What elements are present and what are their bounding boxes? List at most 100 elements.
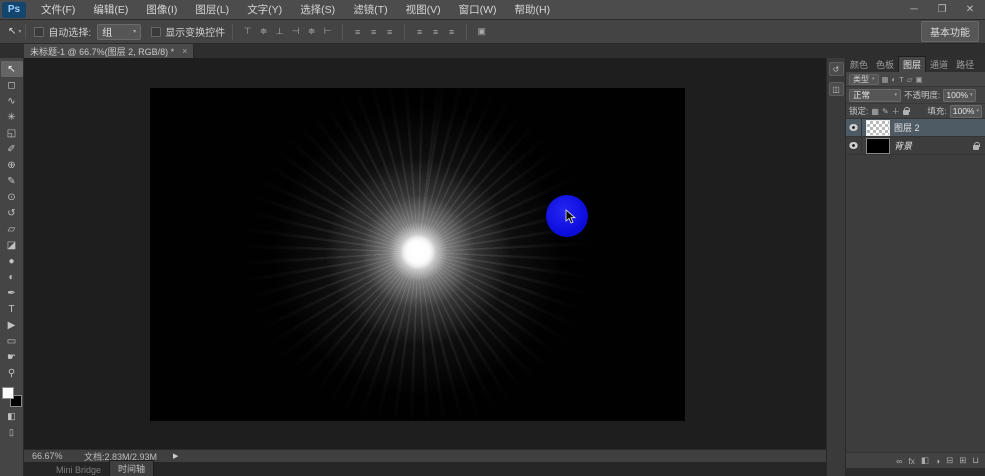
menu-image[interactable]: 图像(I) xyxy=(137,0,186,20)
layer-name[interactable]: 图层 2 xyxy=(894,121,985,134)
history-panel-button[interactable]: ↺ xyxy=(829,62,844,76)
tab-timeline[interactable]: 时间轴 xyxy=(109,460,154,476)
tool-clone-stamp[interactable]: ⊙ xyxy=(1,189,23,205)
fill-field[interactable]: 100% ▾ xyxy=(950,105,982,118)
tool-gradient[interactable]: ◪ xyxy=(1,237,23,253)
tab-mini-bridge[interactable]: Mini Bridge xyxy=(48,464,109,476)
align-hcenter-icon[interactable]: ≑ xyxy=(304,24,319,40)
menu-help[interactable]: 帮助(H) xyxy=(506,0,560,20)
tool-brush[interactable]: ✎ xyxy=(1,173,23,189)
tool-quick-select[interactable]: ✳ xyxy=(1,109,23,125)
tool-preset-picker[interactable]: ↖ ▾ xyxy=(4,24,26,39)
properties-panel-button[interactable]: ◫ xyxy=(829,82,844,96)
chevron-down-icon: ▾ xyxy=(18,28,21,35)
tool-shape[interactable]: ▭ xyxy=(1,333,23,349)
tool-path-select[interactable]: ▶ xyxy=(1,317,23,333)
align-left-icon[interactable]: ⊣ xyxy=(288,24,303,40)
delete-layer-icon[interactable]: ⊔ xyxy=(972,455,979,466)
menu-type[interactable]: 文字(Y) xyxy=(238,0,291,20)
foreground-color-swatch[interactable] xyxy=(2,387,14,399)
align-top-icon[interactable]: ⊤ xyxy=(240,24,255,40)
menu-filter[interactable]: 滤镜(T) xyxy=(344,0,396,20)
filter-smart-object-icon[interactable]: ▣ xyxy=(916,75,923,84)
auto-align-layers-icon[interactable]: ▣ xyxy=(474,24,489,40)
show-transform-checkbox[interactable] xyxy=(151,27,161,37)
menu-window[interactable]: 窗口(W) xyxy=(450,0,506,20)
tool-rect-marquee[interactable]: ◻ xyxy=(1,77,23,93)
lock-image-icon[interactable]: ✎ xyxy=(882,107,889,116)
tool-eraser[interactable]: ▱ xyxy=(1,221,23,237)
tool-hand[interactable]: ☛ xyxy=(1,349,23,365)
align-right-icon[interactable]: ⊢ xyxy=(320,24,335,40)
tool-blur[interactable]: ● xyxy=(1,253,23,269)
lock-position-icon[interactable]: ＋ xyxy=(892,106,900,117)
tool-move[interactable]: ↖ xyxy=(1,61,23,77)
adjustment-layer-icon[interactable]: ◑ xyxy=(935,456,940,466)
tool-zoom[interactable]: ⚲ xyxy=(1,365,23,381)
menu-select[interactable]: 选择(S) xyxy=(291,0,344,20)
tool-dodge[interactable]: ◐ xyxy=(1,269,23,285)
canvas[interactable] xyxy=(150,88,685,421)
move-tool-icon: ↖ xyxy=(8,26,16,37)
menu-edit[interactable]: 编辑(E) xyxy=(84,0,137,20)
menu-layer[interactable]: 图层(L) xyxy=(186,0,238,20)
menu-file[interactable]: 文件(F) xyxy=(32,0,84,20)
workspace-switcher-button[interactable]: 基本功能 xyxy=(921,21,979,42)
layer-row-layer2[interactable]: 图层 2 xyxy=(846,119,985,137)
pasteboard[interactable] xyxy=(24,58,826,449)
distribute-bottom-icon[interactable]: ≡ xyxy=(382,24,397,40)
close-icon[interactable]: × xyxy=(182,46,187,56)
tool-history-brush[interactable]: ↺ xyxy=(1,205,23,221)
add-mask-icon[interactable]: ◧ xyxy=(921,455,929,466)
layer-row-background[interactable]: 背景 xyxy=(846,137,985,155)
restore-button[interactable]: ❐ xyxy=(935,4,949,15)
tool-spot-healing[interactable]: ⊕ xyxy=(1,157,23,173)
layer-name[interactable]: 背景 xyxy=(894,139,973,152)
lock-all-icon[interactable] xyxy=(903,110,909,115)
tab-paths[interactable]: 路径 xyxy=(952,57,978,72)
blue-circle-shape[interactable] xyxy=(546,195,588,237)
lock-transparent-icon[interactable]: ▦ xyxy=(871,107,879,116)
visibility-toggle[interactable] xyxy=(846,137,862,154)
screen-mode-button[interactable]: ▯ xyxy=(1,425,23,439)
tool-lasso[interactable]: ∿ xyxy=(1,93,23,109)
visibility-toggle[interactable] xyxy=(846,119,862,136)
filter-type-icon[interactable]: T xyxy=(899,75,904,84)
blend-mode-dropdown[interactable]: 正常 ▾ xyxy=(849,89,901,102)
filter-shape-icon[interactable]: ▱ xyxy=(907,75,913,84)
menu-view[interactable]: 视图(V) xyxy=(397,0,450,20)
tab-color[interactable]: 颜色 xyxy=(846,57,872,72)
layer-thumbnail[interactable] xyxy=(866,138,890,154)
tab-swatches[interactable]: 色板 xyxy=(872,57,898,72)
layer-style-fx-icon[interactable]: fx xyxy=(908,456,915,466)
close-button[interactable]: ✕ xyxy=(963,4,977,15)
distribute-vcenter-icon[interactable]: ≡ xyxy=(366,24,381,40)
quick-mask-button[interactable]: ◧ xyxy=(1,409,23,423)
tool-eyedropper[interactable]: ✐ xyxy=(1,141,23,157)
distribute-right-icon[interactable]: ≡ xyxy=(444,24,459,40)
opacity-field[interactable]: 100% ▾ xyxy=(943,89,975,102)
status-options-arrow-icon[interactable]: ▶ xyxy=(173,452,178,460)
zoom-level-field[interactable]: 66.67% xyxy=(32,451,68,461)
new-layer-icon[interactable]: ⊞ xyxy=(959,455,966,466)
layer-filter-kind-dropdown[interactable]: 类型 ▾ xyxy=(849,74,879,85)
filter-adjustment-icon[interactable]: ◐ xyxy=(892,75,897,84)
layer-thumbnail[interactable] xyxy=(866,120,890,136)
distribute-top-icon[interactable]: ≡ xyxy=(350,24,365,40)
distribute-hcenter-icon[interactable]: ≡ xyxy=(428,24,443,40)
align-vcenter-icon[interactable]: ≑ xyxy=(256,24,271,40)
tool-pen[interactable]: ✒ xyxy=(1,285,23,301)
distribute-left-icon[interactable]: ≡ xyxy=(412,24,427,40)
document-tab[interactable]: 未标题-1 @ 66.7%(图层 2, RGB/8) * × xyxy=(24,44,194,58)
minimize-button[interactable]: ─ xyxy=(907,4,921,15)
align-bottom-icon[interactable]: ⊥ xyxy=(272,24,287,40)
auto-select-dropdown[interactable]: 组 ▾ xyxy=(97,24,141,40)
tab-layers[interactable]: 图层 xyxy=(898,56,926,72)
new-group-icon[interactable]: ⊟ xyxy=(946,455,953,466)
tool-type[interactable]: T xyxy=(1,301,23,317)
auto-select-checkbox[interactable] xyxy=(34,27,44,37)
tab-channels[interactable]: 通道 xyxy=(926,57,952,72)
filter-pixel-icon[interactable]: ▦ xyxy=(882,75,889,84)
tool-crop[interactable]: ◱ xyxy=(1,125,23,141)
link-layers-icon[interactable]: ∞ xyxy=(896,456,902,466)
